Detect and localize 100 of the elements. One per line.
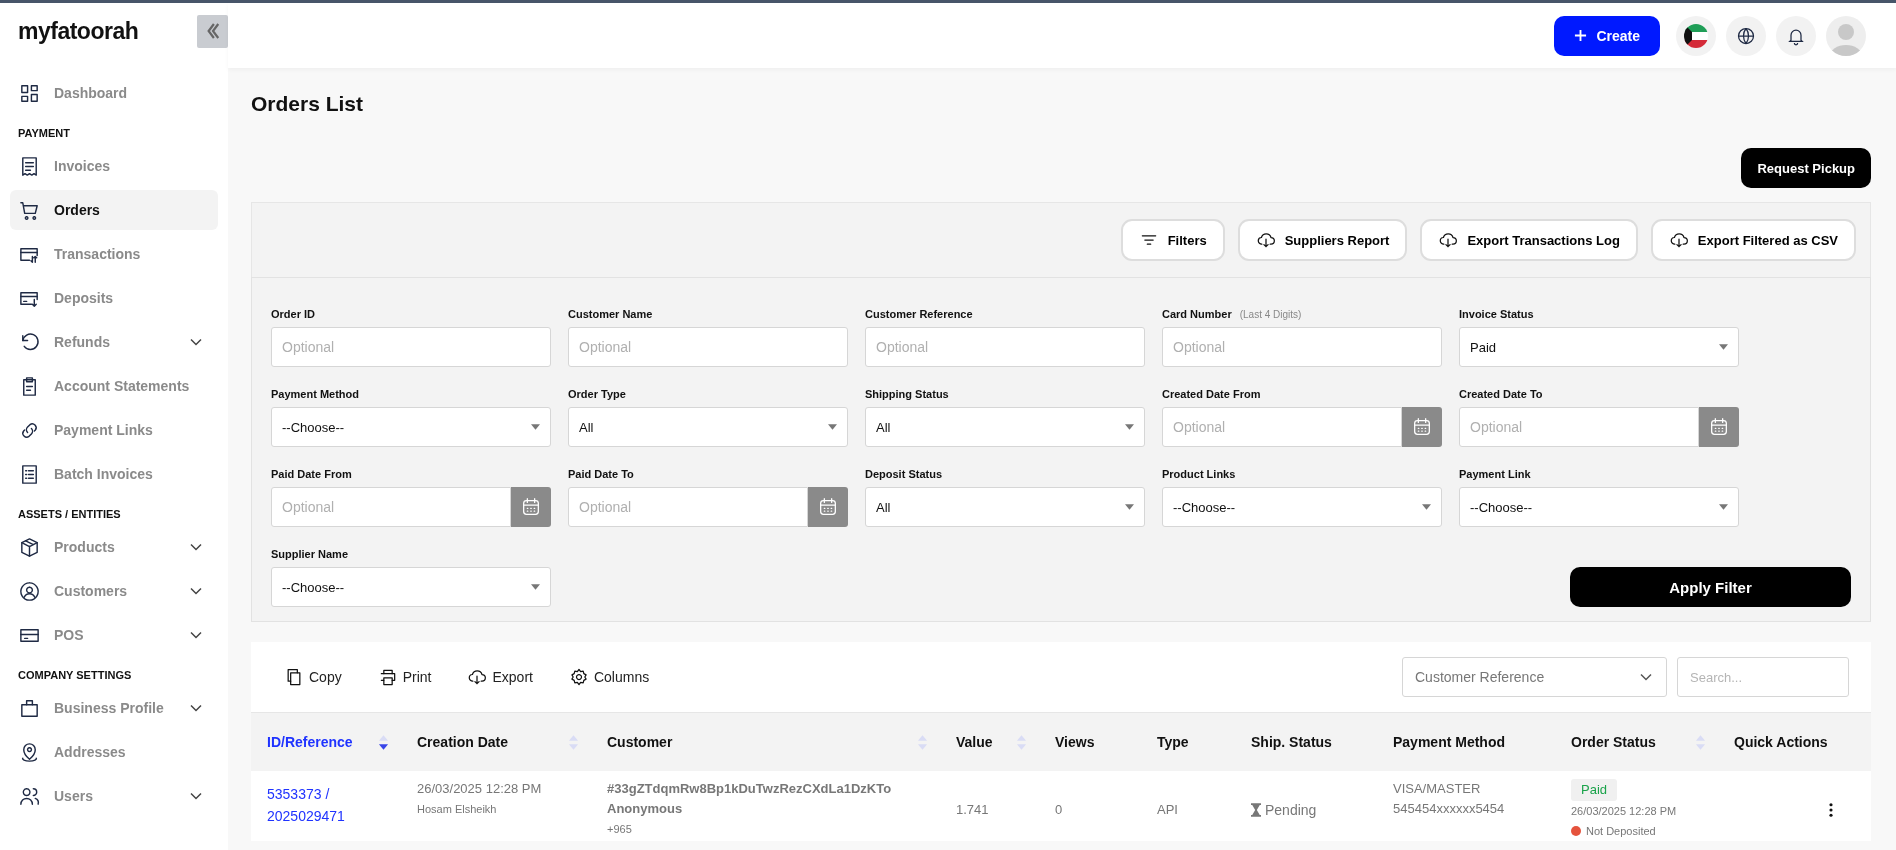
caret-icon <box>1125 424 1134 430</box>
chevron-icon <box>1640 673 1652 681</box>
field-label: Deposit Status <box>865 468 942 480</box>
dropdown[interactable]: All <box>865 407 1145 447</box>
column-header[interactable]: Ship. Status <box>1251 731 1365 753</box>
field-label: Card Number <box>1162 308 1232 320</box>
field-label: Invoice Status <box>1459 308 1534 320</box>
cloud-download-icon <box>1438 230 1459 250</box>
input-field[interactable]: Optional <box>568 327 848 367</box>
section-heading: PAYMENT <box>18 127 71 139</box>
table-cell-text: 0 <box>1055 801 1063 819</box>
search-column-dropdown[interactable]: Customer Reference <box>1402 657 1667 697</box>
dropdown[interactable]: All <box>568 407 848 447</box>
apply-filter-button[interactable]: Apply Filter <box>1570 567 1851 607</box>
dropdown[interactable]: All <box>865 487 1145 527</box>
calendar-icon <box>1411 416 1433 438</box>
date-input-field[interactable]: Optional <box>271 487 511 527</box>
input-field[interactable]: Optional <box>271 327 551 367</box>
table-cell-text: 1.741 <box>956 801 989 819</box>
status-badge: Paid <box>1571 779 1618 801</box>
column-header[interactable]: Creation Date <box>417 731 579 753</box>
dropdown[interactable]: --Choose-- <box>1162 487 1442 527</box>
create-button[interactable]: Create <box>1554 15 1660 56</box>
column-header[interactable]: Views <box>1055 731 1129 753</box>
calendar-button[interactable] <box>1402 407 1442 447</box>
dropdown[interactable]: --Choose-- <box>271 567 551 607</box>
page-title: Orders List <box>251 91 365 117</box>
input-field[interactable]: Optional <box>865 327 1145 367</box>
column-header[interactable]: Order Status <box>1571 731 1706 753</box>
notifications-button[interactable] <box>1776 15 1816 56</box>
field-label: Paid Date To <box>568 468 634 480</box>
country-flag-button[interactable] <box>1676 15 1716 56</box>
calendar-button[interactable] <box>1699 407 1739 447</box>
caret-icon <box>531 584 540 590</box>
field-label: Shipping Status <box>865 388 949 400</box>
logo: myfatoorah <box>18 17 139 45</box>
caret-icon <box>531 424 540 430</box>
sort-icon[interactable] <box>378 733 389 751</box>
plus-icon <box>1574 29 1588 42</box>
search-field[interactable]: Search... <box>1677 657 1849 697</box>
dropdown[interactable]: Paid <box>1459 327 1739 367</box>
hourglass-icon <box>1251 803 1261 817</box>
caret-icon <box>1719 344 1728 350</box>
section-heading: COMPANY SETTINGS <box>18 669 133 681</box>
caret-icon <box>828 424 837 430</box>
date-input-field[interactable]: Optional <box>1162 407 1402 447</box>
caret-icon <box>1125 504 1134 510</box>
input-field[interactable]: Optional <box>1162 327 1442 367</box>
order-id-link[interactable]: 5353373 / 2025029471 <box>267 783 377 827</box>
field-label: Created Date From <box>1162 388 1261 400</box>
calendar-icon <box>817 496 839 518</box>
deposit-status: Not Deposited <box>1586 824 1656 839</box>
toolbar-button[interactable]: Suppliers Report <box>1237 219 1408 261</box>
toolbar-button[interactable]: Export Transactions Log <box>1420 219 1638 261</box>
double-chevron-icon <box>205 20 220 42</box>
creator-name: Hosam Elsheikh <box>417 802 498 817</box>
calendar-icon <box>520 496 542 518</box>
person-circle-icon <box>18 579 41 603</box>
date-input-field[interactable]: Optional <box>1459 407 1699 447</box>
column-header[interactable]: Quick Actions <box>1734 731 1843 753</box>
cloud-download-icon <box>1255 230 1276 250</box>
customer-name: Anonymous <box>607 800 684 818</box>
request-pickup-button[interactable]: Request Pickup <box>1741 148 1871 188</box>
table-tool-button[interactable]: Copy <box>284 667 342 687</box>
dropdown[interactable]: --Choose-- <box>271 407 551 447</box>
table-cell-text: 26/03/2025 12:28 PM <box>417 780 543 798</box>
field-hint: (Last 4 Digits) <box>1239 309 1302 320</box>
box-icon <box>18 535 41 559</box>
date-input-field[interactable]: Optional <box>568 487 808 527</box>
toolbar-button[interactable]: Filters <box>1120 219 1225 261</box>
language-button[interactable] <box>1726 15 1766 56</box>
field-label: Payment Method <box>271 388 359 400</box>
customer-reference: #33gZTdqmRw8Bp1kDuTwzRezCXdLa1DzKTo <box>607 780 893 798</box>
table-tool-button[interactable]: Print <box>377 667 432 687</box>
collapse-button[interactable] <box>197 14 228 48</box>
field-label: Customer Name <box>568 308 653 320</box>
table-tool-button[interactable]: Columns <box>568 667 650 687</box>
status-dot-icon <box>1571 826 1581 836</box>
table-tool-button[interactable]: Export <box>467 667 533 687</box>
column-header[interactable]: Type <box>1157 731 1223 753</box>
field-label: Paid Date From <box>271 468 352 480</box>
field-label: Payment Link <box>1459 468 1531 480</box>
globe-icon <box>1736 25 1756 46</box>
status-date: 26/03/2025 12:28 PM <box>1571 804 1678 819</box>
column-header[interactable]: Customer <box>607 731 928 753</box>
toolbar-button[interactable]: Export Filtered as CSV <box>1650 219 1856 261</box>
calendar-button[interactable] <box>808 487 848 527</box>
calendar-button[interactable] <box>511 487 551 527</box>
calendar-icon <box>1708 416 1730 438</box>
caret-icon <box>1719 504 1728 510</box>
column-header[interactable]: Payment Method <box>1393 731 1543 753</box>
sidebar-item[interactable]: Orders <box>10 190 218 230</box>
table-cell-text: 545454xxxxxx5454 <box>1393 800 1506 818</box>
table-cell-text: API <box>1157 801 1178 819</box>
column-header[interactable]: ID/Reference <box>267 731 389 753</box>
gear-icon <box>568 667 589 687</box>
dropdown[interactable]: --Choose-- <box>1459 487 1739 527</box>
column-header[interactable]: Value <box>956 731 1027 753</box>
more-options-icon[interactable] <box>1829 803 1833 817</box>
field-label: Created Date To <box>1459 388 1543 400</box>
